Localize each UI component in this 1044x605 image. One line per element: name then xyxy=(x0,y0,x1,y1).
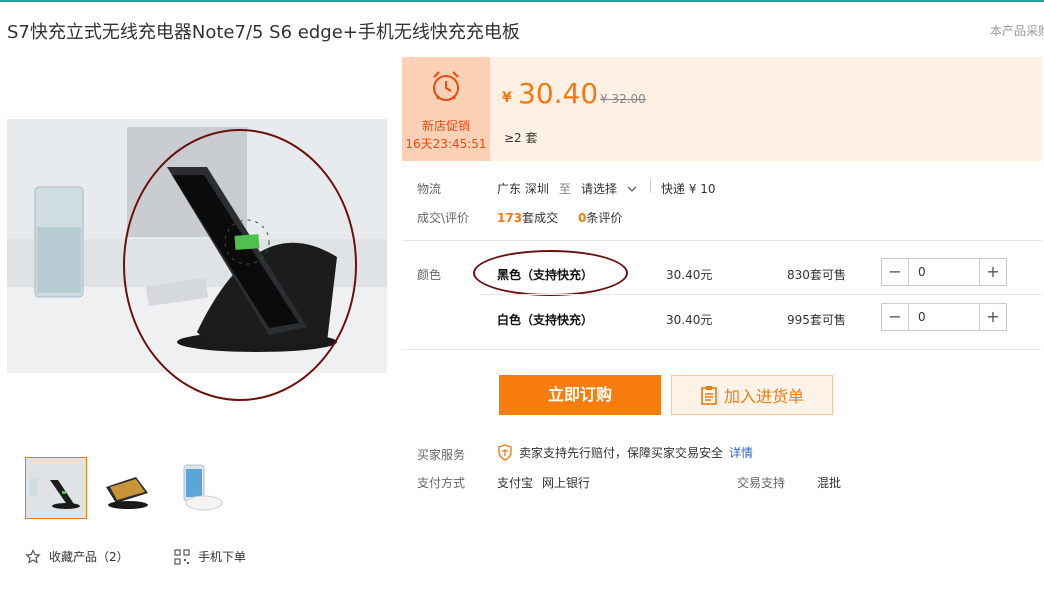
variant-stock: 995套可售 xyxy=(787,313,846,327)
thumbnail-3[interactable] xyxy=(166,457,228,519)
product-title: S7快充立式无线充电器Note7/5 S6 edge+手机无线快充充电板 xyxy=(7,22,520,43)
review-unit: 条评价 xyxy=(586,211,623,225)
price-current: 30.40 xyxy=(518,77,599,110)
service-label: 买家服务 xyxy=(417,448,466,462)
qr-code-icon xyxy=(174,548,190,565)
thumbnail-1[interactable] xyxy=(25,457,87,519)
variant-annotation-circle xyxy=(473,250,628,296)
service-text: 卖家支持先行赔付，保障买家交易安全 xyxy=(519,446,724,460)
trade-support-label: 交易支持 xyxy=(737,476,786,490)
thumbnail-image xyxy=(96,457,158,519)
sold-count: 173 xyxy=(497,211,523,225)
logistics-to-word: 至 xyxy=(559,182,572,196)
image-annotation-circle xyxy=(123,129,357,401)
section-divider xyxy=(402,349,1042,350)
payment-method: 网上银行 xyxy=(542,476,591,490)
decrement-button[interactable]: − xyxy=(882,304,909,330)
quantity-stepper: − 0 + xyxy=(881,258,1007,286)
favorite-label: 收藏产品（2） xyxy=(49,550,129,564)
promo-label: 新店促销 xyxy=(421,119,470,133)
variant-divider xyxy=(480,294,1042,295)
mobile-order-label: 手机下单 xyxy=(198,550,247,564)
chevron-down-icon xyxy=(627,186,637,192)
thumbnail-image xyxy=(166,457,228,519)
decrement-button[interactable]: − xyxy=(882,259,909,285)
trade-support-value: 混批 xyxy=(817,476,842,490)
logistics-label: 物流 xyxy=(417,182,442,196)
variant-price: 30.40元 xyxy=(666,313,713,327)
price-currency: ¥ xyxy=(502,90,512,106)
payment-label: 支付方式 xyxy=(417,476,466,490)
add-to-cart-label: 加入进货单 xyxy=(723,387,804,406)
service-details-link[interactable]: 详情 xyxy=(729,444,753,461)
add-to-cart-button[interactable]: 加入进货单 xyxy=(671,375,833,415)
min-order-quantity: ≥2 套 xyxy=(504,131,538,145)
title-right-text: 本产品采购 xyxy=(990,24,1044,38)
payment-method: 支付宝 xyxy=(497,476,534,490)
price-original: ¥ 32.00 xyxy=(600,92,646,106)
express-fee: 快递 ¥ 10 xyxy=(661,182,716,196)
mobile-order-button[interactable]: 手机下单 xyxy=(174,548,246,565)
favorite-button[interactable]: 收藏产品（2） xyxy=(25,548,129,565)
alarm-clock-icon xyxy=(433,71,459,101)
sold-summary: 173套成交 xyxy=(497,209,558,226)
increment-button[interactable]: + xyxy=(979,304,1006,330)
thumbnail-image xyxy=(26,458,86,518)
clipboard-icon xyxy=(701,386,717,405)
promo-timer: 16天23:45:51 xyxy=(405,137,487,151)
service-info: 卖家支持先行赔付，保障买家交易安全 详情 xyxy=(497,444,753,461)
promo-countdown: 新店促销 16天23:45:51 xyxy=(402,57,490,161)
star-icon xyxy=(25,548,41,564)
buy-now-button[interactable]: 立即订购 xyxy=(499,375,661,415)
quantity-input[interactable]: 0 xyxy=(918,265,926,279)
review-summary[interactable]: 0条评价 xyxy=(578,209,622,226)
logistics-from: 广东 深圳 xyxy=(497,182,549,196)
quantity-input[interactable]: 0 xyxy=(918,310,926,324)
variant-name: 白色（支持快充） xyxy=(497,313,594,327)
thumbnail-2[interactable] xyxy=(96,457,158,519)
destination-select[interactable]: 请选择 xyxy=(581,180,637,197)
express-divider xyxy=(650,179,651,193)
increment-button[interactable]: + xyxy=(979,259,1006,285)
product-main-image[interactable] xyxy=(7,57,387,437)
variant-price: 30.40元 xyxy=(666,268,713,282)
color-label: 颜色 xyxy=(417,268,442,282)
quantity-stepper: − 0 + xyxy=(881,303,1007,331)
price-panel: ¥ 30.40 ¥ 32.00 ≥2 套 xyxy=(490,57,1042,161)
destination-value: 请选择 xyxy=(581,182,618,196)
sold-unit: 套成交 xyxy=(522,211,559,225)
top-border xyxy=(0,0,1044,2)
section-divider xyxy=(402,240,1042,241)
variant-stock: 830套可售 xyxy=(787,268,846,282)
shield-icon xyxy=(498,444,512,461)
deals-label: 成交\评价 xyxy=(417,211,470,225)
